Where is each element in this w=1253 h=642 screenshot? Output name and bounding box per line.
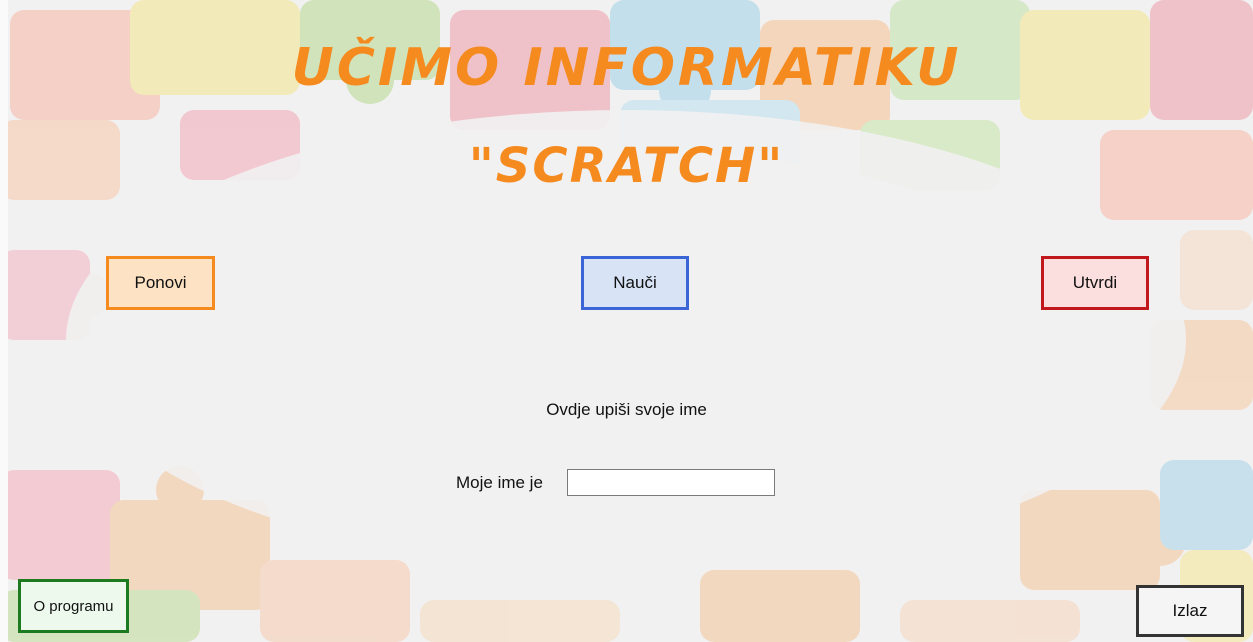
utvrdi-button[interactable]: Utvrdi — [1041, 256, 1149, 310]
ponovi-button[interactable]: Ponovi — [106, 256, 215, 310]
nauci-button[interactable]: Nauči — [581, 256, 689, 310]
ponovi-button-label: Ponovi — [134, 273, 187, 292]
about-button-label: O programu — [33, 597, 114, 615]
exit-button[interactable]: Izlaz — [1136, 585, 1244, 637]
nauci-button-label: Nauči — [613, 273, 657, 292]
main-window: UČIMO INFORMATIKU "SCRATCH" Ponovi Nauči… — [0, 0, 1253, 642]
utvrdi-button-label: Utvrdi — [1072, 273, 1118, 292]
name-field-label: Moje ime je — [456, 473, 543, 492]
app-subtitle: "SCRATCH" — [468, 138, 785, 194]
about-button[interactable]: O programu — [18, 579, 129, 633]
name-hint-text: Ovdje upiši svoje ime — [546, 400, 707, 419]
exit-button-label: Izlaz — [1172, 601, 1208, 620]
app-title: UČIMO INFORMATIKU — [291, 38, 962, 98]
name-input[interactable] — [567, 469, 775, 496]
